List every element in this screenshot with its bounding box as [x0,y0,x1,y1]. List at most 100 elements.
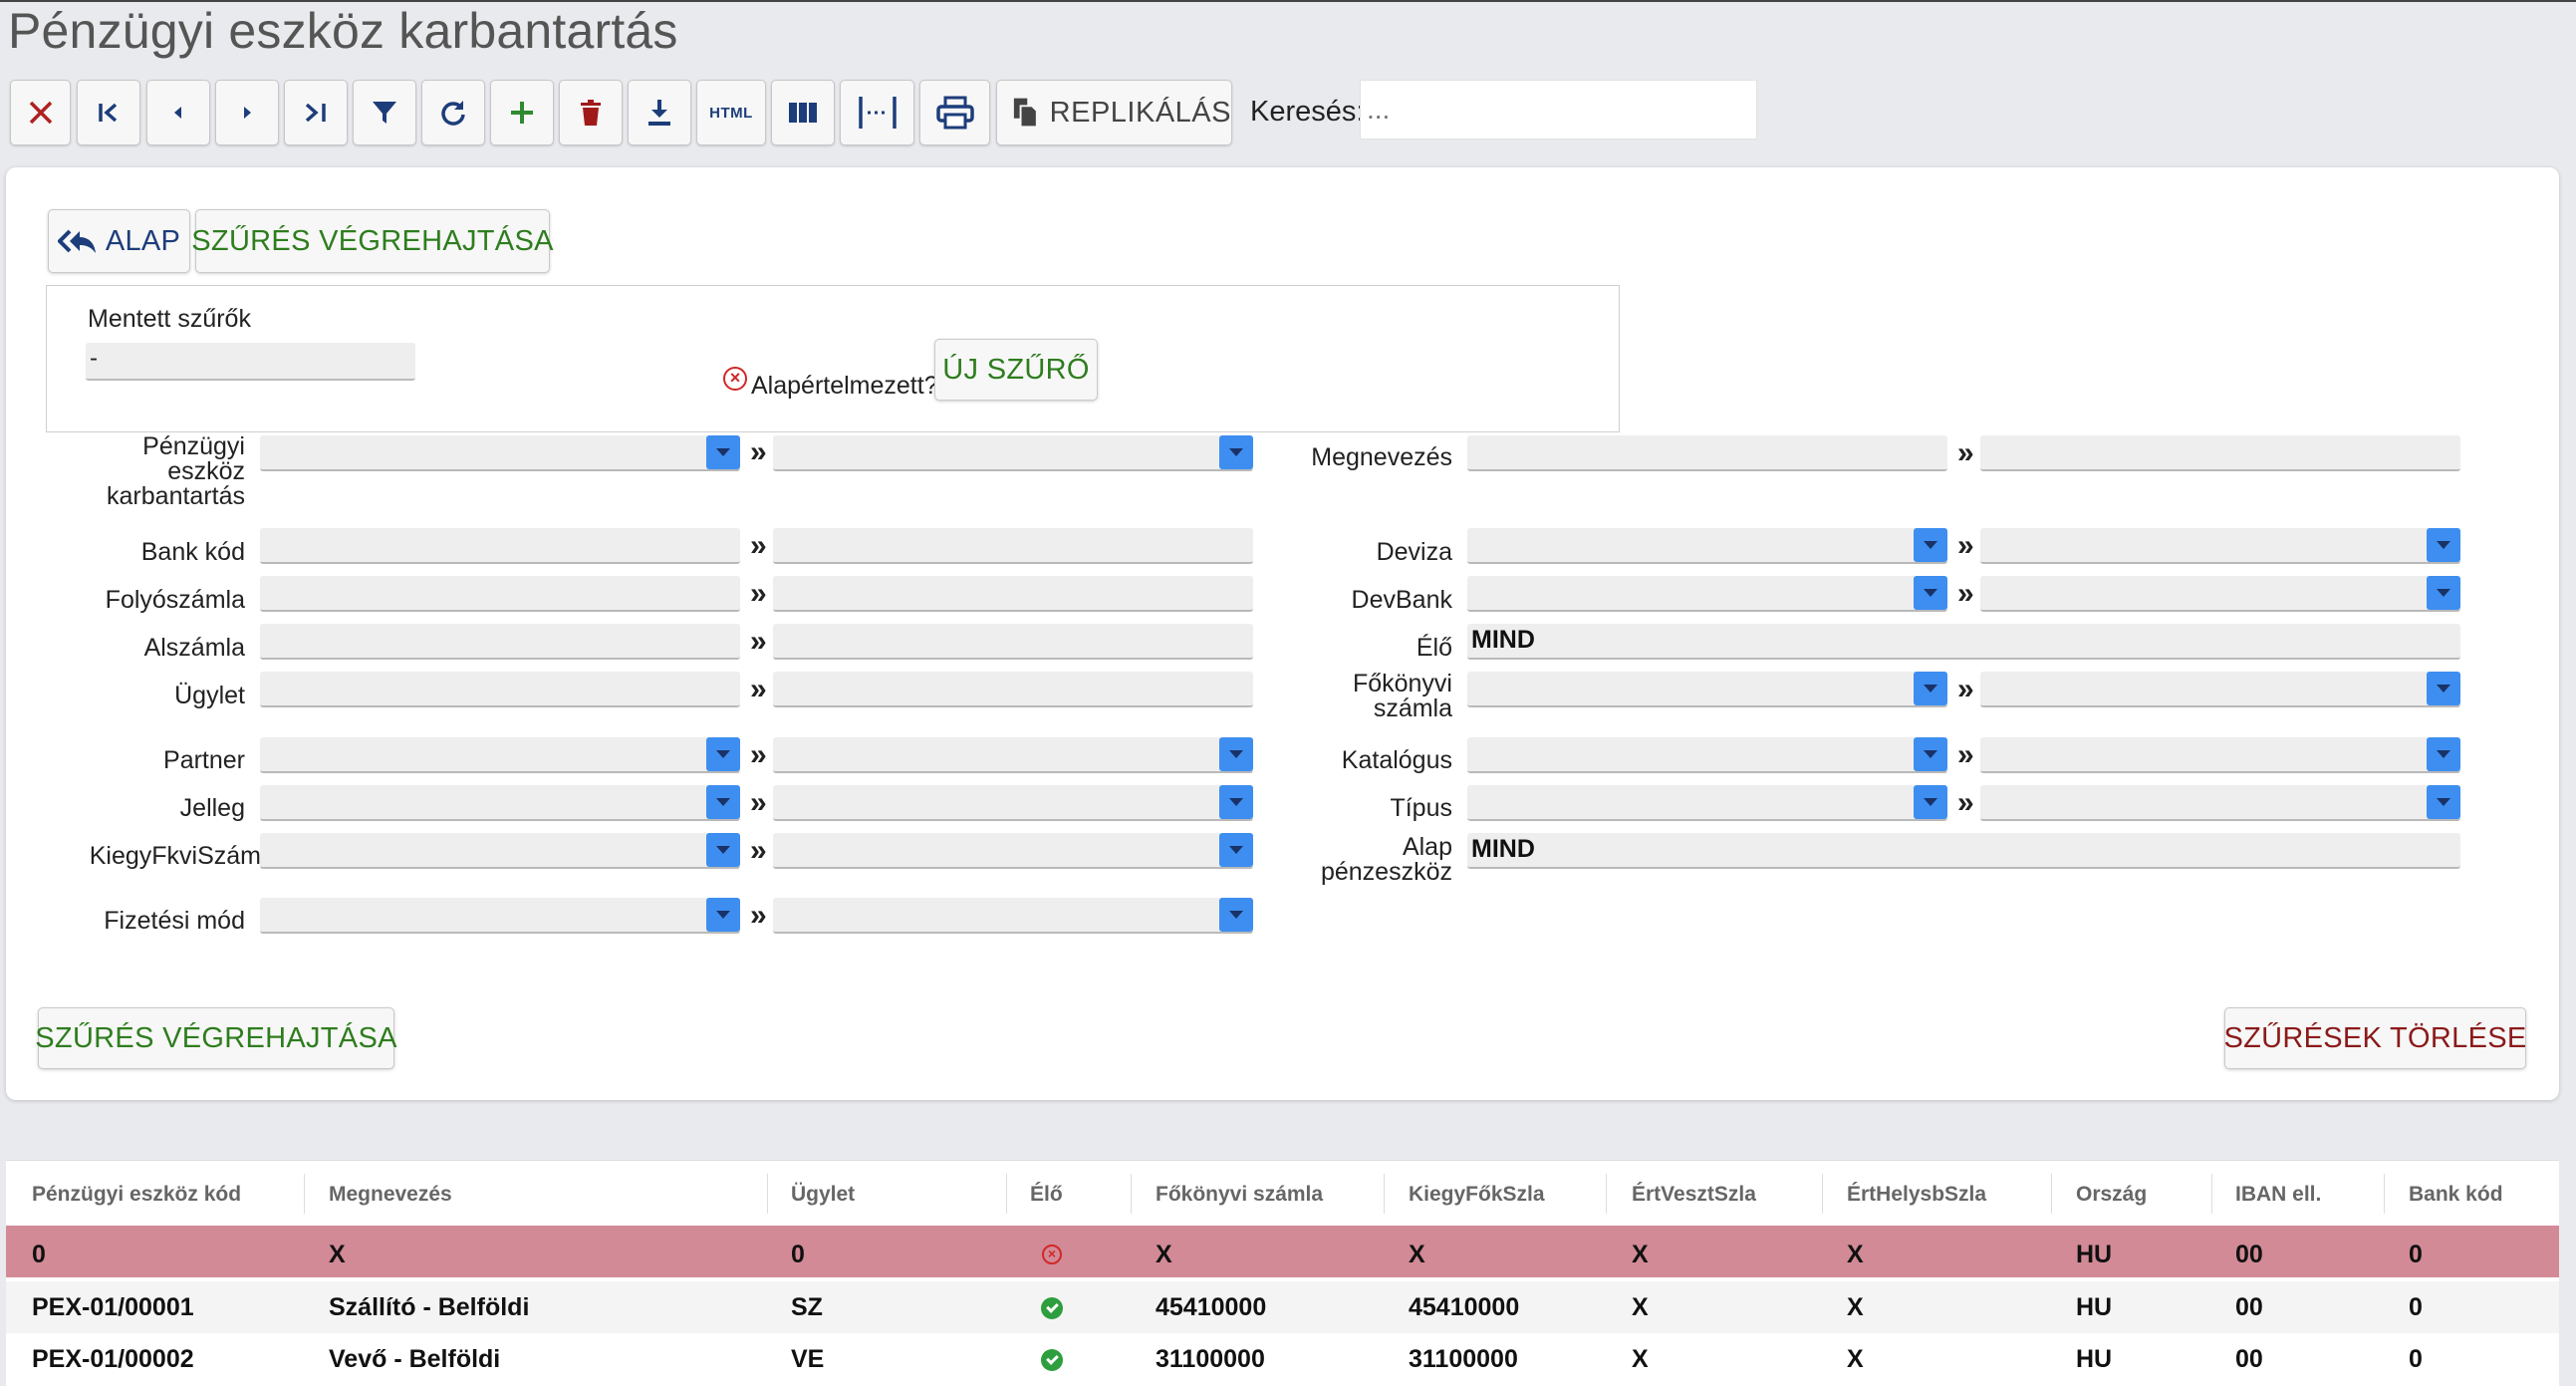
column-header[interactable]: Pénzügyi eszköz kód [32,1183,241,1207]
account-to-input[interactable] [773,576,1253,612]
catalog-to-select[interactable] [1980,737,2460,773]
nature-from-select[interactable] [260,785,740,821]
transaction-to-input[interactable] [773,672,1253,707]
run-filter-button-bottom[interactable]: SZŰRÉS VÉGREHAJTÁSA [35,1007,396,1069]
chevron-down-icon[interactable] [1914,785,1947,819]
currency-from-select[interactable] [1467,528,1947,564]
chevron-down-icon[interactable] [706,833,740,867]
first-record-button[interactable] [77,80,140,145]
nature-to-select[interactable] [773,785,1253,821]
saved-filters-select[interactable]: - [86,343,415,381]
chevron-down-icon[interactable] [706,785,740,819]
partner-to-select[interactable] [773,737,1253,773]
chevron-down-icon[interactable] [2427,576,2460,610]
column-width-button[interactable] [840,80,914,145]
copy-icon [1013,98,1038,129]
last-icon [305,103,326,123]
download-button[interactable] [628,80,691,145]
devbank-from-select[interactable] [1467,576,1947,612]
chevron-down-icon[interactable] [706,737,740,771]
catalog-from-select[interactable] [1467,737,1947,773]
name-to-input[interactable] [1980,435,2460,471]
column-header[interactable]: KiegyFőkSzla [1409,1183,1545,1207]
column-header[interactable]: ÉrtHelysbSzla [1847,1183,1986,1207]
column-divider [1384,1174,1385,1214]
range-separator: » [750,625,767,658]
columns-button[interactable] [771,80,835,145]
chevron-down-icon[interactable] [2427,528,2460,562]
subaccount-to-input[interactable] [773,624,1253,660]
supp-gl-from-select[interactable] [260,833,740,869]
chevron-down-icon[interactable] [1219,785,1253,819]
currency-to-select[interactable] [1980,528,2460,564]
close-button[interactable] [10,80,71,145]
subaccount-from-input[interactable] [260,624,740,660]
cell-transaction: VE [791,1345,825,1373]
filter-button[interactable] [353,80,416,145]
chevron-down-icon[interactable] [706,435,740,469]
column-header[interactable]: ÉrtVesztSzla [1632,1183,1756,1207]
name-from-input[interactable] [1467,435,1947,471]
chevron-down-icon[interactable] [1914,576,1947,610]
run-filter-button-top[interactable]: SZŰRÉS VÉGREHAJTÁSA [191,209,553,273]
print-button[interactable] [919,80,990,145]
type-from-select[interactable] [1467,785,1947,821]
live-check-icon [1041,1297,1063,1319]
cell-bank: 0 [2409,1293,2423,1321]
delete-button[interactable] [559,80,623,145]
add-button[interactable] [490,80,554,145]
column-width-icon [858,97,897,129]
next-record-button[interactable] [215,80,279,145]
label-subaccount: Alszámla [143,634,245,662]
chevron-down-icon[interactable] [1219,833,1253,867]
payment-from-select[interactable] [260,898,740,934]
asset-to-select[interactable] [773,435,1253,471]
previous-record-button[interactable] [146,80,210,145]
chevron-down-icon[interactable] [2427,672,2460,705]
search-input[interactable] [1360,80,1757,139]
chevron-down-icon[interactable] [1914,737,1947,771]
column-header[interactable]: IBAN ell. [2235,1183,2321,1207]
column-header[interactable]: Főkönyvi számla [1156,1183,1323,1207]
bank-code-to-input[interactable] [773,528,1253,564]
chevron-down-icon[interactable] [1914,528,1947,562]
account-from-input[interactable] [260,576,740,612]
base-asset-select[interactable]: MIND [1467,833,2460,869]
gl-account-to-select[interactable] [1980,672,2460,707]
new-filter-button[interactable]: ÚJ SZŰRŐ [934,339,1098,401]
clear-filters-button[interactable]: SZŰRÉSEK TÖRLÉSE [2223,1007,2526,1069]
html-export-button[interactable]: HTML [696,80,766,145]
default-unchecked-icon[interactable]: × [723,367,747,391]
payment-to-select[interactable] [773,898,1253,934]
cell-supp: 45410000 [1409,1293,1520,1321]
column-header[interactable]: Bank kód [2409,1183,2503,1207]
column-header[interactable]: Megnevezés [329,1183,452,1207]
asset-from-select[interactable] [260,435,740,471]
table-row-selected[interactable] [6,1226,2559,1277]
range-separator: » [1957,738,1974,771]
live-check-icon [1041,1349,1063,1371]
transaction-from-input[interactable] [260,672,740,707]
column-header[interactable]: Ország [2076,1183,2147,1207]
chevron-down-icon[interactable] [1914,672,1947,705]
last-record-button[interactable] [284,80,348,145]
base-button[interactable]: ALAP [48,209,190,273]
refresh-button[interactable] [421,80,485,145]
type-to-select[interactable] [1980,785,2460,821]
replicate-button[interactable]: REPLIKÁLÁS [996,80,1232,145]
bank-code-from-input[interactable] [260,528,740,564]
supp-gl-to-select[interactable] [773,833,1253,869]
page-title: Pénzügyi eszköz karbantartás [8,3,678,59]
chevron-down-icon[interactable] [2427,737,2460,771]
gl-account-from-select[interactable] [1467,672,1947,707]
devbank-to-select[interactable] [1980,576,2460,612]
column-header[interactable]: Élő [1030,1183,1063,1207]
live-select[interactable]: MIND [1467,624,2460,660]
chevron-down-icon[interactable] [1219,898,1253,932]
chevron-down-icon[interactable] [706,898,740,932]
chevron-down-icon[interactable] [2427,785,2460,819]
partner-from-select[interactable] [260,737,740,773]
chevron-down-icon[interactable] [1219,737,1253,771]
chevron-down-icon[interactable] [1219,435,1253,469]
column-header[interactable]: Ügylet [791,1183,855,1207]
